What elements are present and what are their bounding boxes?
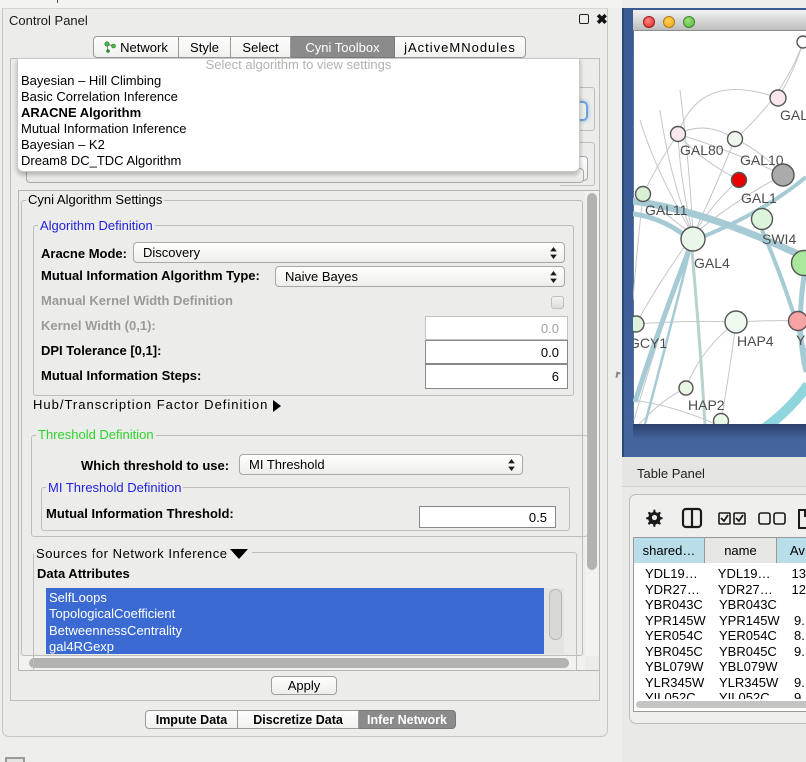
svg-text:GAL1: GAL1 (741, 190, 777, 206)
svg-text:SWI4: SWI4 (762, 231, 796, 247)
svg-text:Y: Y (796, 332, 806, 348)
svg-text:HAP4: HAP4 (737, 333, 774, 349)
svg-text:GAL4: GAL4 (694, 255, 730, 271)
svg-text:GAL80: GAL80 (680, 142, 724, 158)
svg-text:HAP2: HAP2 (688, 397, 725, 413)
svg-text:GAL10: GAL10 (740, 152, 784, 168)
svg-text:GAL2: GAL2 (780, 107, 806, 123)
svg-text:GCY1: GCY1 (633, 335, 667, 351)
svg-text:GAL11: GAL11 (645, 202, 688, 218)
